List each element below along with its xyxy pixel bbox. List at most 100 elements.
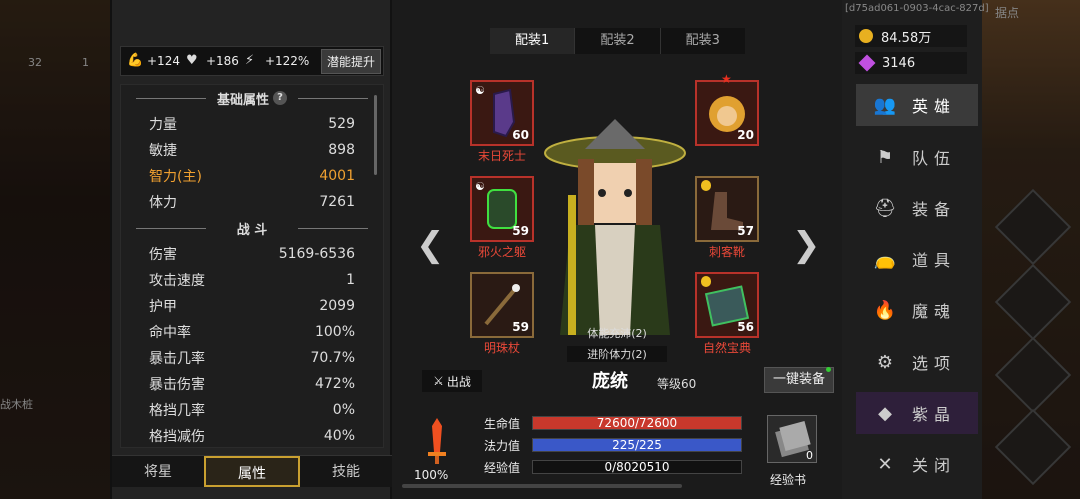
heart-icon: ♥ bbox=[185, 53, 198, 68]
muscle-icon: 💪 bbox=[127, 53, 144, 68]
menu-item-gear[interactable]: ⚙ 选项 bbox=[856, 341, 978, 383]
tab-attributes[interactable]: 属性 bbox=[204, 456, 300, 487]
hp-label: 生命值 bbox=[483, 416, 520, 431]
gold-amount: 84.58万 bbox=[881, 30, 932, 46]
hero-name: 庞统 bbox=[592, 371, 628, 392]
auto-equip-button[interactable]: 一键装备 bbox=[764, 367, 834, 393]
bottom-tabs: 将星 属性 技能 bbox=[112, 455, 392, 487]
gold-display: 84.58万 bbox=[855, 25, 967, 47]
strength-bonus-value: +124 bbox=[147, 54, 180, 68]
rage-sword-icon bbox=[428, 418, 446, 464]
tab-loadout-2[interactable]: 配装2 bbox=[575, 28, 661, 54]
menu-item-bag[interactable]: 👝 道具 bbox=[856, 238, 978, 280]
heroes-icon: 👥 bbox=[873, 94, 897, 116]
exp-book-button[interactable]: 0 bbox=[767, 415, 817, 463]
tab-loadout-3[interactable]: 配装3 bbox=[661, 28, 745, 54]
help-icon[interactable]: ? bbox=[273, 91, 287, 105]
menu-item-flame[interactable]: 🔥 魔魂 bbox=[856, 289, 978, 331]
gem-amount: 3146 bbox=[882, 55, 916, 71]
hero-level: 等级60 bbox=[657, 377, 697, 391]
exp-track: 0/8020510 bbox=[532, 460, 742, 474]
slot-boots[interactable]: 57 bbox=[695, 176, 759, 242]
stat-value: 898 bbox=[328, 142, 355, 158]
menu-item-label: 选项 bbox=[912, 354, 957, 373]
energy-bonus-value: +122% bbox=[264, 54, 310, 68]
stat-label: 护甲 bbox=[149, 299, 177, 315]
menu-item-label: 队伍 bbox=[912, 149, 957, 168]
account-id: [d75ad061-0903-4cac-827d] bbox=[845, 3, 989, 14]
stat-value: 7261 bbox=[319, 194, 355, 210]
menu-item-label: 紫晶 bbox=[912, 405, 957, 424]
stats-list[interactable]: 基础属性? 力量 529 敏捷 898 智力(主) 4001 体力 7261 战 斗 伤害 51… bbox=[120, 84, 384, 448]
hp-bonus: ♥ +186 bbox=[185, 53, 239, 69]
slot-body-name: 邪火之躯 bbox=[477, 245, 526, 259]
slot-companion[interactable]: ★ 20 bbox=[695, 72, 759, 146]
slot-head[interactable]: ☯ 60 bbox=[470, 80, 534, 146]
menu-item-crystal[interactable]: ◆ 紫晶 bbox=[856, 392, 978, 434]
stat-row: 格挡几率 0% bbox=[121, 397, 383, 423]
stat-value: 70.7% bbox=[310, 350, 355, 366]
stat-label: 力量 bbox=[149, 117, 177, 133]
stat-row: 敏捷 898 bbox=[121, 137, 383, 163]
menu-item-helmet[interactable]: ⛑ 装备 bbox=[856, 187, 978, 229]
stat-row: 伤害 5169-6536 bbox=[121, 241, 383, 267]
exp-book-label: 经验书 bbox=[770, 473, 807, 487]
stat-label: 智力(主) bbox=[149, 169, 202, 185]
slot-weapon-name: 明珠杖 bbox=[483, 341, 520, 355]
crossed-swords-icon: ⚔ bbox=[433, 374, 444, 388]
slot-boots-name: 刺客靴 bbox=[708, 245, 745, 259]
potential-upgrade-button[interactable]: 潜能提升 bbox=[320, 48, 381, 74]
slot-head-name: 末日死士 bbox=[477, 149, 526, 163]
stats-panel: 💪 +124 ♥ +186 ⚡ +122% 潜能提升 基础属性? 力量 529 敏捷 898… bbox=[110, 0, 392, 499]
tab-general-star[interactable]: 将星 bbox=[112, 456, 204, 487]
slot-weapon-level: 59 bbox=[512, 320, 529, 334]
slot-book[interactable]: 56 bbox=[695, 272, 759, 338]
stat-value: 100% bbox=[314, 324, 355, 340]
hero-portrait bbox=[544, 119, 686, 335]
prev-hero-arrow[interactable]: ❮ bbox=[416, 225, 445, 265]
close-icon: ✕ bbox=[877, 453, 893, 475]
flag-icon: ⚑ bbox=[876, 146, 894, 168]
stat-label: 命中率 bbox=[149, 325, 191, 341]
rage-percent: 100% bbox=[414, 468, 449, 482]
slot-weapon[interactable]: 59 bbox=[470, 272, 534, 338]
hp-track: 72600/72600 bbox=[532, 416, 742, 430]
menu-item-close[interactable]: ✕ 关闭 bbox=[856, 443, 978, 485]
horizontal-scrollbar[interactable] bbox=[402, 484, 682, 488]
yinyang-icon: ☯ bbox=[475, 84, 485, 97]
base-attributes-title: 基础属性 bbox=[216, 92, 269, 108]
stat-row: 格挡减伤 40% bbox=[121, 423, 383, 447]
flame-icon: 🔥 bbox=[873, 299, 897, 321]
hp-bonus-value: +186 bbox=[205, 54, 239, 68]
hp-value: 72600/72600 bbox=[596, 416, 678, 430]
mp-bar: 法力值 225/225 bbox=[472, 434, 752, 456]
stat-row: 暴击几率 70.7% bbox=[121, 345, 383, 371]
yinyang-icon: ☯ bbox=[475, 180, 485, 193]
next-hero-arrow[interactable]: ❯ bbox=[792, 225, 821, 265]
stat-label: 暴击几率 bbox=[149, 351, 205, 367]
menu-item-flag[interactable]: ⚑ 队伍 bbox=[856, 136, 978, 178]
equipment-panel: 配装1 配装2 配装3 ☯ 60 末日死士 ☯ 59 邪火之躯 59 明珠杖 ★… bbox=[392, 0, 842, 499]
exp-book-count: 0 bbox=[806, 449, 813, 462]
loadout-tabs: 配装1 配装2 配装3 bbox=[490, 28, 745, 54]
combat-title: 战 斗 bbox=[236, 222, 268, 238]
mp-label: 法力值 bbox=[483, 438, 520, 453]
tab-loadout-1[interactable]: 配装1 bbox=[490, 28, 576, 54]
stat-label: 攻击速度 bbox=[149, 273, 205, 289]
strength-bonus: 💪 +124 bbox=[127, 53, 180, 69]
stat-value: 1 bbox=[346, 272, 355, 288]
menu-item-heroes[interactable]: 👥 英雄 bbox=[856, 84, 978, 126]
slot-body[interactable]: ☯ 59 bbox=[470, 176, 534, 242]
stat-value: 529 bbox=[328, 116, 355, 132]
stat-value: 4001 bbox=[319, 168, 355, 184]
deploy-button[interactable]: ⚔ 出战 bbox=[422, 370, 482, 392]
menu-item-label: 魔魂 bbox=[912, 302, 957, 321]
slot-body-level: 59 bbox=[512, 224, 529, 238]
notification-dot bbox=[826, 367, 831, 372]
stat-label: 敏捷 bbox=[149, 143, 177, 159]
tab-skills[interactable]: 技能 bbox=[300, 456, 392, 487]
bonus-bar: 💪 +124 ♥ +186 ⚡ +122% 潜能提升 bbox=[120, 46, 384, 76]
stat-row: 命中率 100% bbox=[121, 319, 383, 345]
rank-icon bbox=[701, 180, 711, 191]
stat-label: 暴击伤害 bbox=[149, 377, 205, 393]
